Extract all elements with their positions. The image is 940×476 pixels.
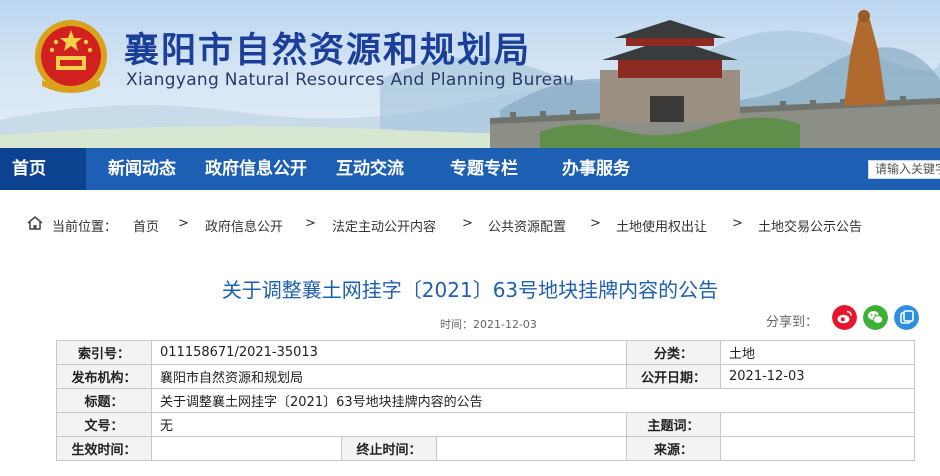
expire-label: 终止时间： xyxy=(341,436,437,461)
pubdate-value: 2021-12-03 xyxy=(720,364,916,389)
nav-services[interactable]: 办事服务 xyxy=(562,148,630,190)
docno-value: 无 xyxy=(150,412,628,437)
source-value xyxy=(720,436,916,461)
effective-value xyxy=(151,436,342,461)
breadcrumb-item-gov-info[interactable]: 政府信息公开 xyxy=(205,216,283,235)
nav-home[interactable]: 首页 xyxy=(0,148,86,190)
table-row: 标题： 关于调整襄土网挂字〔2021〕63号地块挂牌内容的公告 xyxy=(56,388,916,413)
table-row: 索引号： 011158671/2021-35013 分类： 土地 xyxy=(56,340,916,365)
category-value: 土地 xyxy=(720,340,916,365)
breadcrumb-item-public-resources[interactable]: 公共资源配置 xyxy=(488,216,566,235)
search-input[interactable]: 请输入关键字 xyxy=(868,160,940,179)
nav-interaction[interactable]: 互动交流 xyxy=(336,148,404,190)
main-nav: 首页 新闻动态 政府信息公开 互动交流 专题专栏 办事服务 请输入关键字 xyxy=(0,148,940,190)
breadcrumb-separator: > xyxy=(732,216,743,231)
index-label: 索引号： xyxy=(56,340,152,365)
publisher-value: 襄阳市自然资源和规划局 xyxy=(150,364,628,389)
table-row: 发布机构： 襄阳市自然资源和规划局 公开日期： 2021-12-03 xyxy=(56,364,916,389)
keywords-label: 主题词： xyxy=(626,412,722,437)
breadcrumb-separator: > xyxy=(462,216,473,231)
pubdate-label: 公开日期： xyxy=(626,364,722,389)
keywords-value xyxy=(720,412,916,437)
breadcrumb-item-home[interactable]: 首页 xyxy=(133,216,159,235)
breadcrumb-item-land-notice[interactable]: 土地交易公示公告 xyxy=(758,216,862,235)
docno-label: 文号： xyxy=(56,412,152,437)
header-banner: 襄阳市自然资源和规划局 Xiangyang Natural Resources … xyxy=(0,0,940,148)
home-icon xyxy=(27,216,43,230)
table-row: 文号： 无 主题词： xyxy=(56,412,916,437)
breadcrumb-item-land-transfer[interactable]: 土地使用权出让 xyxy=(616,216,707,235)
document-info-table: 索引号： 011158671/2021-35013 分类： 土地 发布机构： 襄… xyxy=(56,340,916,461)
source-label: 来源： xyxy=(626,436,722,461)
city-gate-scenery xyxy=(490,10,940,148)
nav-gov-info[interactable]: 政府信息公开 xyxy=(205,148,307,190)
category-label: 分类： xyxy=(626,340,722,365)
breadcrumb-prefix: 当前位置： xyxy=(52,220,118,235)
breadcrumb-separator: > xyxy=(305,216,316,231)
effective-label: 生效时间： xyxy=(56,436,152,461)
breadcrumb-separator: > xyxy=(178,216,189,231)
weibo-icon[interactable] xyxy=(832,305,857,330)
index-value: 011158671/2021-35013 xyxy=(150,340,628,365)
table-row: 生效时间： 终止时间： 来源： xyxy=(56,436,916,461)
nav-topics[interactable]: 专题专栏 xyxy=(450,148,518,190)
breadcrumb-item-statutory[interactable]: 法定主动公开内容 xyxy=(332,216,436,235)
subject-label: 标题： xyxy=(56,388,152,413)
subject-value: 关于调整襄土网挂字〔2021〕63号地块挂牌内容的公告 xyxy=(150,388,916,413)
breadcrumb: 当前位置： 首页 > 政府信息公开 > 法定主动公开内容 > 公共资源配置 > … xyxy=(0,212,940,236)
qzone-icon[interactable] xyxy=(894,305,919,330)
wechat-icon[interactable] xyxy=(863,305,888,330)
expire-value xyxy=(435,436,628,461)
breadcrumb-separator: > xyxy=(590,216,601,231)
national-emblem-icon xyxy=(35,20,107,93)
publish-time: 时间：2021-12-03 xyxy=(440,318,537,331)
publisher-label: 发布机构： xyxy=(56,364,152,389)
nav-news[interactable]: 新闻动态 xyxy=(108,148,176,190)
article-title: 关于调整襄土网挂字〔2021〕63号地块挂牌内容的公告 xyxy=(221,278,719,302)
share-label: 分享到： xyxy=(766,315,819,330)
